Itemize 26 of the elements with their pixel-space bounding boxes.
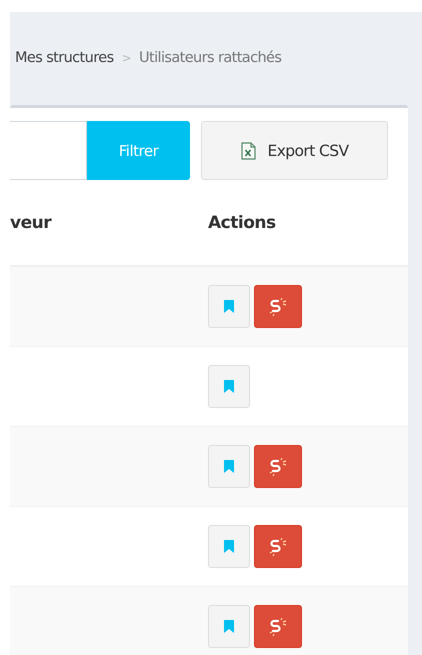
broken-link-icon	[269, 618, 287, 636]
column-header: veur	[10, 212, 53, 232]
broken-link-icon	[269, 458, 287, 476]
broken-link-icon	[269, 538, 287, 556]
bookmark-button[interactable]	[208, 285, 250, 328]
unlink-button[interactable]	[254, 445, 302, 488]
bookmark-button[interactable]	[208, 445, 250, 488]
bookmark-button[interactable]	[208, 365, 250, 408]
bookmark-button[interactable]	[208, 605, 250, 648]
bookmark-icon	[224, 540, 234, 553]
column-header: Actions	[208, 212, 276, 232]
breadcrumb-item: Utilisateurs rattachés	[139, 50, 282, 66]
bookmark-icon	[224, 380, 234, 393]
unlink-button[interactable]	[254, 285, 302, 328]
unlink-button[interactable]	[254, 525, 302, 568]
breadcrumb-separator: >	[122, 51, 132, 65]
filter-field[interactable]	[10, 121, 87, 180]
spreadsheet-file-icon	[240, 142, 256, 160]
bookmark-icon	[224, 300, 234, 313]
export-button[interactable]: Export CSV	[201, 121, 388, 180]
bookmark-icon	[224, 460, 234, 473]
breadcrumb-item[interactable]: Mes structures	[15, 50, 114, 66]
unlink-button[interactable]	[254, 605, 302, 648]
bookmark-icon	[224, 620, 234, 633]
broken-link-icon	[269, 298, 287, 316]
bookmark-button[interactable]	[208, 525, 250, 568]
